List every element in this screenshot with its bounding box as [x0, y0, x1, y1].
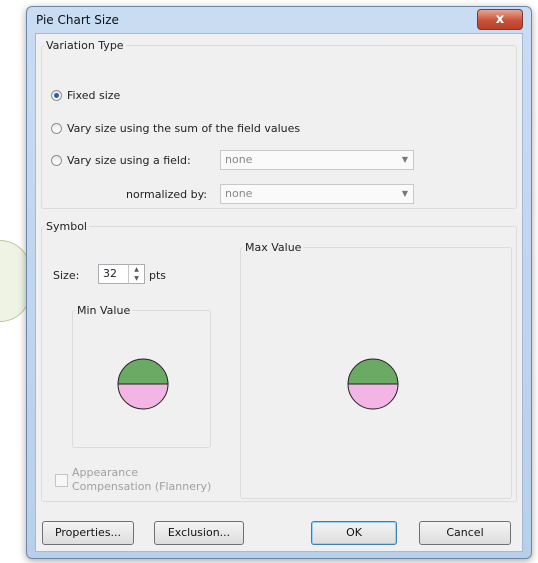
vary-field-label: Vary size using a field:: [67, 154, 191, 167]
vary-sum-label: Vary size using the sum of the field val…: [67, 122, 301, 135]
title-bar: Pie Chart Size x: [27, 7, 531, 33]
spin-down-icon[interactable]: ▼: [129, 274, 144, 283]
max-pie-symbol: [347, 358, 399, 410]
radio-button-icon: [51, 123, 62, 134]
ok-button[interactable]: OK: [311, 521, 397, 545]
radio-button-icon: [51, 90, 62, 101]
dialog-body: Variation Type Fixed size Vary size usin…: [35, 33, 523, 552]
field-select[interactable]: none ▼: [220, 150, 414, 170]
vary-sum-radio[interactable]: Vary size using the sum of the field val…: [51, 122, 300, 135]
checkbox-icon: [55, 474, 68, 487]
field-select-value: none: [225, 153, 253, 166]
appearance-compensation-checkbox[interactable]: Appearance Compensation (Flannery): [55, 466, 211, 494]
properties-button[interactable]: Properties...: [42, 521, 134, 545]
chevron-down-icon: ▼: [401, 189, 409, 198]
variation-type-legend: Variation Type: [46, 39, 124, 52]
appearance-label-line2: Compensation (Flannery): [72, 480, 212, 493]
normalized-select-value: none: [225, 187, 253, 200]
pie-chart-size-dialog: Pie Chart Size x Variation Type Fixed si…: [26, 6, 532, 559]
size-label: Size:: [53, 269, 80, 282]
size-value: 32: [103, 267, 117, 280]
pie-slice-green: [347, 358, 399, 385]
pie-slice-pink: [117, 383, 169, 410]
min-pie-symbol: [117, 358, 169, 410]
symbol-legend: Symbol: [46, 220, 87, 233]
radio-button-icon: [51, 155, 62, 166]
appearance-label-line1: Appearance: [72, 466, 139, 479]
size-unit-label: pts: [149, 269, 167, 282]
vary-field-radio[interactable]: Vary size using a field:: [51, 154, 191, 167]
close-button[interactable]: x: [477, 9, 523, 30]
fixed-size-radio[interactable]: Fixed size: [51, 89, 120, 102]
cancel-button[interactable]: Cancel: [419, 521, 511, 545]
fixed-size-label: Fixed size: [67, 89, 121, 102]
pie-slice-pink: [347, 383, 399, 410]
exclusion-button[interactable]: Exclusion...: [154, 521, 244, 545]
normalized-by-select[interactable]: none ▼: [220, 184, 414, 204]
dialog-title: Pie Chart Size: [36, 13, 119, 27]
size-spinner[interactable]: 32 ▲ ▼: [98, 264, 145, 284]
spin-up-icon[interactable]: ▲: [129, 265, 144, 274]
pie-slice-green: [117, 358, 169, 385]
max-value-legend: Max Value: [245, 241, 302, 254]
chevron-down-icon: ▼: [401, 155, 409, 164]
min-value-legend: Min Value: [77, 304, 131, 317]
normalized-by-label: normalized by:: [126, 188, 208, 201]
